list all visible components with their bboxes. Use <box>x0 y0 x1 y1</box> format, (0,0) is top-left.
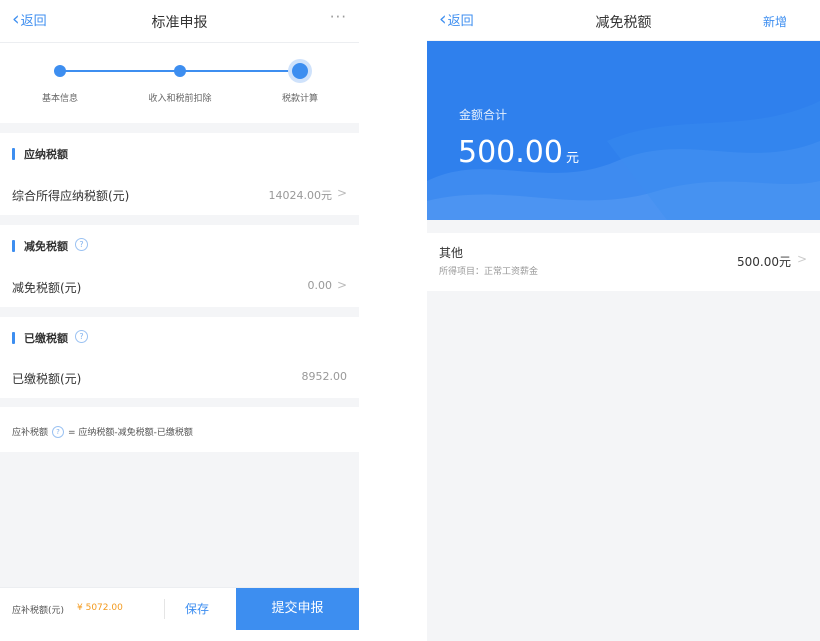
section-gap <box>0 215 359 225</box>
standard-declaration-screen: ‹ 返回 标准申报 ··· 基本信息 收入和税前扣除 税款计算 应纳税额 综合所… <box>0 0 359 641</box>
question-circle-icon[interactable]: ? <box>75 330 88 343</box>
question-circle-icon[interactable]: ? <box>75 238 88 251</box>
section-gap <box>0 398 359 407</box>
section-gap <box>0 123 359 133</box>
section-header-tax-reduction: 减免税额 ? <box>0 225 359 268</box>
step-dot-income <box>174 65 186 77</box>
section-title: 已缴税额 <box>24 332 68 345</box>
total-amount-banner: 金额合计 500.00 元 <box>427 41 820 220</box>
tax-formula: 应补税额 ? = 应纳税额-减免税额-已缴税额 <box>0 407 359 452</box>
section-header-paid-tax: 已缴税额 ? <box>0 317 359 360</box>
progress-stepper: 基本信息 收入和税前扣除 税款计算 <box>0 43 359 123</box>
item-name: 其他 <box>439 246 464 260</box>
total-amount: 500.00 元 <box>458 135 579 170</box>
section-title: 应纳税额 <box>24 148 68 161</box>
step-dot-basic-info <box>54 65 66 77</box>
more-dots-icon[interactable]: ··· <box>330 8 347 26</box>
divider <box>164 599 165 619</box>
item-amount: 500.00元 <box>737 255 791 269</box>
step-dot-tax-calc <box>292 63 308 79</box>
bottom-action-bar: 应补税额(元) ¥ 5072.00 保存 提交申报 <box>0 587 359 630</box>
chevron-right-icon: > <box>336 186 347 200</box>
row-value: 0.00 <box>307 279 333 292</box>
section-gap <box>0 307 359 317</box>
question-circle-icon[interactable]: ? <box>52 425 65 438</box>
item-income-type: 所得项目：正常工资薪金 <box>439 267 539 277</box>
step-connector <box>180 70 300 72</box>
tax-reduction-row[interactable]: 减免税额(元) 0.00 > <box>0 267 359 307</box>
step-connector <box>60 70 180 72</box>
nav-bar: ‹ 返回 标准申报 ··· <box>0 0 359 43</box>
tax-due-label: 应补税额(元) <box>12 606 65 616</box>
formula-expression: = 应纳税额-减免税额-已缴税额 <box>68 428 193 438</box>
empty-area <box>0 452 359 587</box>
add-button[interactable]: 新增 <box>763 13 787 30</box>
step-label-tax-calc: 税款计算 <box>281 94 318 104</box>
section-marker <box>12 332 15 344</box>
section-marker <box>12 148 15 160</box>
step-label-income: 收入和税前扣除 <box>148 94 212 104</box>
row-label: 综合所得应纳税额(元) <box>12 189 130 203</box>
total-value: 500.00 <box>458 135 563 170</box>
chevron-right-icon: > <box>796 252 807 266</box>
paid-tax-row: 已缴税额(元) 8952.00 <box>0 358 359 398</box>
tax-due-amount: ¥ 5072.00 <box>77 603 123 613</box>
total-label: 金额合计 <box>459 108 508 122</box>
chevron-right-icon: > <box>336 278 347 292</box>
row-label: 已缴税额(元) <box>12 372 82 386</box>
row-value: 14024.00元 <box>268 189 333 202</box>
row-value: 8952.00 <box>301 370 348 383</box>
page-title: 标准申报 <box>151 15 208 31</box>
payable-tax-row[interactable]: 综合所得应纳税额(元) 14024.00元 > <box>0 175 359 215</box>
section-title: 减免税额 <box>24 240 68 253</box>
total-unit: 元 <box>565 151 579 166</box>
section-header-payable-tax: 应纳税额 <box>0 133 359 176</box>
wave-decoration <box>427 101 820 220</box>
section-marker <box>12 240 15 252</box>
save-button[interactable]: 保存 <box>185 600 209 617</box>
row-label: 减免税额(元) <box>12 281 82 295</box>
nav-bar: ‹ 返回 减免税额 新增 <box>427 0 820 40</box>
formula-term: 应补税额 <box>12 428 49 438</box>
step-label-basic-info: 基本信息 <box>41 94 78 104</box>
page-title: 减免税额 <box>595 15 652 31</box>
reduction-item-row[interactable]: 其他 所得项目：正常工资薪金 500.00元 > <box>427 233 820 291</box>
submit-declaration-button[interactable]: 提交申报 <box>236 588 359 630</box>
tax-reduction-screen: ‹ 返回 减免税额 新增 金额合计 500.00 元 其他 所得项目：正常工资薪金… <box>427 0 820 641</box>
